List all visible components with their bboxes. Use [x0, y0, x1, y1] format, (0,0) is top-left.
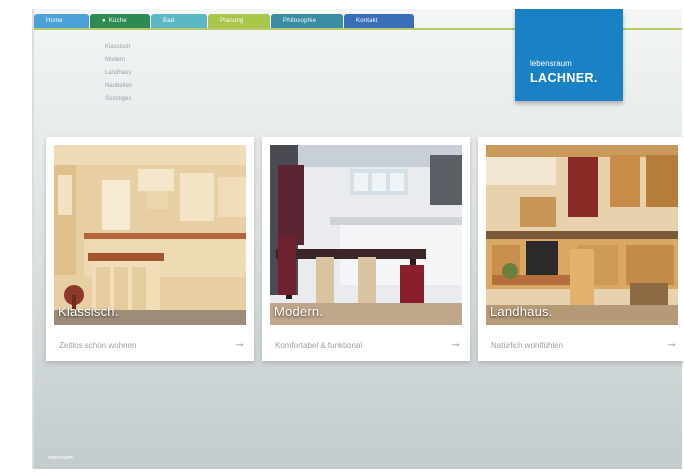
kitchen-photo-klassisch: Klassisch.	[54, 145, 246, 325]
card-caption-modern: Modern.	[274, 304, 324, 319]
page: Home ● Küche Bad Planung Philosophie Kont…	[34, 9, 684, 469]
footer-impressum-link[interactable]: Impressum	[48, 455, 73, 461]
tab-planung-label: Planung	[220, 18, 244, 24]
kitchen-photo-landhaus: Landhaus.	[486, 145, 678, 325]
card-landhaus[interactable]: Landhaus. Natürlich wohlfühlen →	[478, 137, 684, 361]
tab-bad[interactable]: Bad	[151, 14, 207, 29]
tab-kueche-label: Küche	[108, 18, 127, 24]
main-nav: Home ● Küche Bad Planung Philosophie Kont…	[34, 14, 415, 29]
tab-philosophie-label: Philosophie	[283, 18, 317, 24]
subnav-item-landhaus[interactable]: Landhaus	[105, 67, 132, 80]
card-caption-klassisch: Klassisch.	[58, 304, 119, 319]
logo-line-2: LACHNER.	[530, 71, 598, 85]
subnav: Klassisch Modern Landhaus Neubeiten Sons…	[105, 41, 132, 106]
arrow-right-icon[interactable]: →	[665, 335, 678, 350]
arrow-right-icon[interactable]: →	[449, 335, 462, 350]
arrow-right-icon[interactable]: →	[233, 335, 246, 350]
card-subtitle-klassisch: Zeitlos schön wohnen	[59, 341, 137, 350]
card-klassisch[interactable]: Klassisch. Zeitlos schön wohnen →	[46, 137, 254, 361]
tab-planung[interactable]: Planung	[208, 14, 270, 29]
lachner-logo[interactable]: lebensraum LACHNER.	[515, 9, 623, 101]
subnav-item-klassisch[interactable]: Klassisch	[105, 41, 132, 54]
tab-home-label: Home	[46, 18, 63, 24]
tab-kontakt[interactable]: Kontakt	[344, 14, 414, 29]
tab-bad-label: Bad	[163, 18, 175, 24]
tab-kueche[interactable]: ● Küche	[90, 14, 150, 29]
subnav-item-neubeiten[interactable]: Neubeiten	[105, 80, 132, 93]
card-subtitle-landhaus: Natürlich wohlfühlen	[491, 341, 564, 350]
subnav-item-modern[interactable]: Modern	[105, 54, 132, 67]
card-subtitle-modern: Komfortabel & funktional	[275, 341, 363, 350]
tab-philosophie[interactable]: Philosophie	[271, 14, 343, 29]
tab-kontakt-label: Kontakt	[356, 18, 378, 24]
tab-home[interactable]: Home	[34, 14, 89, 29]
card-modern[interactable]: Modern. Komfortabel & funktional →	[262, 137, 470, 361]
card-caption-landhaus: Landhaus.	[490, 304, 553, 319]
subnav-item-sonstiges[interactable]: Sonstiges	[105, 93, 132, 106]
logo-line-1: lebensraum	[530, 59, 572, 68]
kitchen-photo-modern: Modern.	[270, 145, 462, 325]
active-bullet-icon: ●	[102, 18, 106, 24]
